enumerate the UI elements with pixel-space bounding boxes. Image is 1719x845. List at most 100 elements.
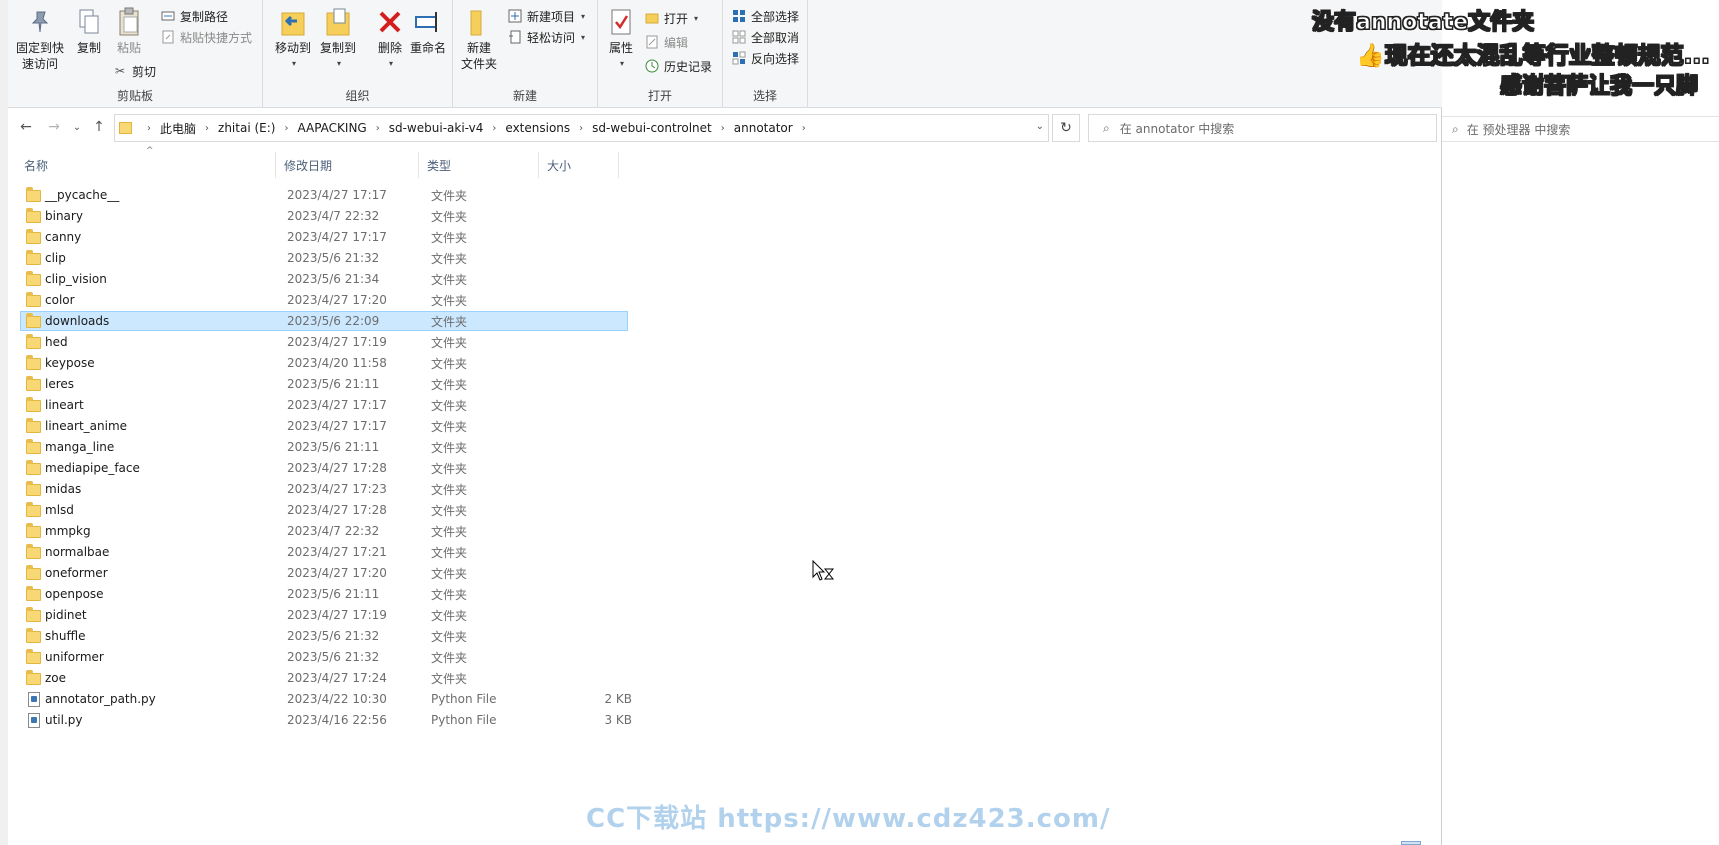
folder-row[interactable]: binary 2023/4/7 22:32 文件夹 [20, 206, 628, 226]
pin-quick-access-button[interactable]: 固定到快 速访问 [16, 6, 64, 72]
folder-row[interactable]: lineart_anime 2023/4/27 17:17 文件夹 [20, 416, 628, 436]
forward-button[interactable]: → [43, 116, 65, 138]
background-search-box[interactable]: ⌕ 在 预处理器 中搜索 [1441, 116, 1719, 142]
folder-row[interactable]: zoe 2023/4/27 17:24 文件夹 [20, 668, 628, 688]
folder-row[interactable]: normalbae 2023/4/27 17:21 文件夹 [20, 542, 628, 562]
breadcrumb-sd-webui[interactable]: sd-webui-aki-v4 [389, 121, 484, 135]
file-type: 文件夹 [431, 650, 468, 665]
file-date: 2023/5/6 21:32 [287, 629, 380, 643]
scissors-icon: ✂ [114, 64, 126, 78]
breadcrumb-aapacking[interactable]: AAPACKING [297, 121, 366, 135]
arrow-left-icon: ← [20, 119, 32, 135]
easy-access-button[interactable]: 轻松访问 ▾ [507, 27, 585, 47]
file-type: 文件夹 [431, 566, 468, 581]
back-button[interactable]: ← [15, 116, 37, 138]
chevron-down-icon: ▾ [619, 59, 624, 68]
copy-icon [74, 6, 104, 38]
folder-icon [26, 439, 42, 454]
view-toggle-icon[interactable] [1401, 841, 1421, 845]
move-to-button[interactable]: 移动到 ▾ [275, 6, 311, 72]
folder-row[interactable]: mlsd 2023/4/27 17:28 文件夹 [20, 500, 628, 520]
breadcrumb-this-pc[interactable]: 此电脑 [160, 120, 196, 137]
folder-row[interactable]: canny 2023/4/27 17:17 文件夹 [20, 227, 628, 247]
folder-icon [26, 586, 42, 601]
folder-row[interactable]: clip_vision 2023/5/6 21:34 文件夹 [20, 269, 628, 289]
folder-row[interactable]: uniformer 2023/5/6 21:32 文件夹 [20, 647, 628, 667]
folder-row[interactable]: oneformer 2023/4/27 17:20 文件夹 [20, 563, 628, 583]
folder-row[interactable]: leres 2023/5/6 21:11 文件夹 [20, 374, 628, 394]
new-folder-button[interactable]: 新建 文件夹 [461, 6, 497, 72]
paste-button[interactable]: 粘贴 [114, 6, 144, 56]
file-row[interactable]: util.py 2023/4/16 22:56 Python File 3 KB [20, 710, 632, 730]
column-name[interactable]: 名称 [16, 152, 276, 178]
file-date: 2023/4/27 17:20 [287, 566, 387, 580]
window-edge [0, 0, 8, 845]
paste-shortcut-button[interactable]: 粘贴快捷方式 [160, 27, 252, 47]
file-date: 2023/4/27 17:17 [287, 230, 387, 244]
chevron-down-icon: ▾ [581, 32, 586, 42]
folder-row[interactable]: manga_line 2023/5/6 21:11 文件夹 [20, 437, 628, 457]
folder-icon [26, 544, 42, 559]
select-group-label: 选择 [752, 89, 777, 103]
history-button[interactable]: 历史记录 [644, 56, 712, 76]
copy-to-button[interactable]: 复制到 ▾ [320, 6, 356, 72]
search-box[interactable]: ⌕ 在 annotator 中搜索 [1088, 114, 1437, 142]
edit-button[interactable]: 编辑 [644, 32, 688, 52]
rename-button[interactable]: 重命名 [410, 6, 446, 56]
breadcrumb-extensions[interactable]: extensions [505, 121, 570, 135]
folder-row[interactable]: clip 2023/5/6 21:32 文件夹 [20, 248, 628, 268]
delete-button[interactable]: 删除 ▾ [375, 6, 405, 72]
paste-shortcut-icon [160, 29, 176, 45]
file-row[interactable]: annotator_path.py 2023/4/22 10:30 Python F… [20, 689, 632, 709]
breadcrumb-drive[interactable]: zhitai (E:) [218, 121, 275, 135]
chevron-right-icon: › [801, 122, 806, 134]
select-all-button[interactable]: 全部选择 [731, 6, 799, 26]
folder-row[interactable]: mmpkg 2023/4/7 22:32 文件夹 [20, 521, 628, 541]
file-type: 文件夹 [431, 524, 468, 539]
open-button[interactable]: 打开 ▾ [644, 8, 698, 28]
copy-path-button[interactable]: 复制路径 [160, 6, 228, 26]
properties-button[interactable]: 属性 ▾ [606, 6, 636, 72]
folder-row[interactable]: mediapipe_face 2023/4/27 17:28 文件夹 [20, 458, 628, 478]
recent-locations-button[interactable]: ⌄ [66, 116, 88, 138]
folder-row[interactable]: color 2023/4/27 17:20 文件夹 [20, 290, 628, 310]
folder-row[interactable]: midas 2023/4/27 17:23 文件夹 [20, 479, 628, 499]
file-name: mlsd [45, 503, 74, 517]
address-bar[interactable]: › 此电脑 › zhitai (E:) › AAPACKING › sd-web… [114, 114, 1049, 142]
address-dropdown-icon[interactable]: ⌄ [1036, 121, 1044, 132]
breadcrumb-controlnet[interactable]: sd-webui-controlnet [592, 121, 712, 135]
file-type: 文件夹 [431, 545, 468, 560]
file-date: 2023/5/6 21:34 [287, 272, 380, 286]
file-name: clip [45, 251, 66, 265]
breadcrumb-annotator[interactable]: annotator [734, 121, 793, 135]
folder-row[interactable]: shuffle 2023/5/6 21:32 文件夹 [20, 626, 628, 646]
new-item-button[interactable]: 新建项目 ▾ [507, 6, 585, 26]
open-group: 属性 ▾ 打开 ▾ 编辑 历史记录 打开 [598, 0, 723, 108]
folder-row[interactable]: openpose 2023/5/6 21:11 文件夹 [20, 584, 628, 604]
chevron-right-icon: › [579, 122, 584, 134]
folder-row[interactable]: pidinet 2023/4/27 17:19 文件夹 [20, 605, 628, 625]
folder-row[interactable]: lineart 2023/4/27 17:17 文件夹 [20, 395, 628, 415]
file-name: downloads [45, 314, 110, 328]
column-type[interactable]: 类型 [419, 152, 539, 178]
folder-row[interactable]: hed 2023/4/27 17:19 文件夹 [20, 332, 628, 352]
pin-icon [25, 6, 55, 38]
folder-row[interactable]: keypose 2023/4/20 11:58 文件夹 [20, 353, 628, 373]
invert-selection-button[interactable]: 反向选择 [731, 48, 799, 68]
folder-icon [26, 292, 42, 307]
up-button[interactable]: ↑ [88, 116, 110, 138]
refresh-button[interactable]: ↻ [1052, 114, 1080, 142]
file-type: 文件夹 [431, 419, 468, 434]
select-none-button[interactable]: 全部取消 [731, 27, 799, 47]
python-file-icon [26, 692, 42, 707]
chevron-right-icon: › [720, 122, 725, 134]
folder-row[interactable]: downloads 2023/5/6 22:09 文件夹 [20, 311, 628, 331]
column-date[interactable]: 修改日期 [276, 152, 419, 178]
cut-button[interactable]: ✂ 剪切 [112, 61, 156, 81]
file-date: 2023/4/7 22:32 [287, 209, 380, 223]
folder-row[interactable]: __pycache__ 2023/4/27 17:17 文件夹 [20, 185, 628, 205]
file-date: 2023/4/27 17:19 [287, 608, 387, 622]
file-type: 文件夹 [431, 671, 468, 686]
column-size[interactable]: 大小 [539, 152, 619, 178]
copy-button[interactable]: 复制 [74, 6, 104, 56]
